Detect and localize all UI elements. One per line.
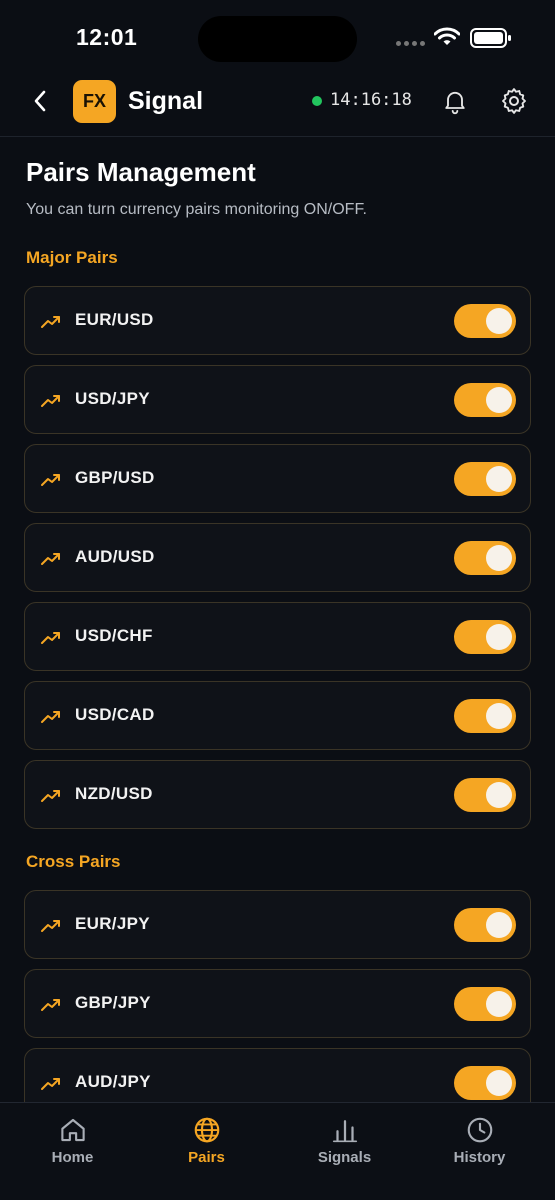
pair-row-aud-usd: AUD/USD (24, 523, 531, 592)
bell-icon (445, 91, 465, 115)
settings-button[interactable] (499, 86, 529, 116)
pairs-content[interactable]: Pairs Management You can turn currency p… (0, 138, 555, 1102)
trending-up-icon (41, 316, 60, 328)
pair-label: GBP/JPY (75, 993, 151, 1012)
pair-row-usd-cad: USD/CAD (24, 681, 531, 750)
toggle-knob (486, 624, 512, 650)
pair-row-gbp-usd: GBP/USD (24, 444, 531, 513)
bottom-nav: Home Pairs Signals History (0, 1102, 555, 1200)
toggle-knob (486, 1070, 512, 1096)
app-logo: FX (73, 80, 116, 123)
pair-label: AUD/USD (75, 547, 155, 566)
toggle-knob (486, 703, 512, 729)
bar-chart-icon (332, 1120, 357, 1143)
trending-up-icon (41, 711, 60, 723)
pair-label: USD/CHF (75, 626, 153, 645)
section-title-cross-pairs: Cross Pairs (26, 852, 121, 871)
trending-up-icon (41, 553, 60, 565)
trending-up-icon (41, 1078, 60, 1090)
pair-toggle[interactable] (454, 778, 516, 812)
section-title-major-pairs: Major Pairs (26, 248, 118, 267)
live-clock: 14:16:18 (330, 90, 412, 110)
clock-icon (467, 1117, 492, 1143)
nav-label: History (453, 1149, 506, 1166)
camera-notch (198, 16, 357, 62)
toggle-knob (486, 387, 512, 413)
pair-label: EUR/JPY (75, 914, 150, 933)
trending-up-icon (41, 999, 60, 1011)
pair-toggle[interactable] (454, 541, 516, 575)
status-time: 12:01 (76, 24, 138, 50)
page-title: Pairs Management (26, 157, 256, 187)
globe-icon (194, 1117, 219, 1143)
nav-home[interactable]: Home (3, 1103, 142, 1200)
pair-toggle[interactable] (454, 987, 516, 1021)
battery-icon (470, 28, 511, 48)
pair-label: USD/JPY (75, 389, 150, 408)
trending-up-icon (41, 395, 60, 407)
trending-up-icon (41, 790, 60, 802)
page-subtitle: You can turn currency pairs monitoring O… (26, 201, 367, 218)
pair-row-gbp-jpy: GBP/JPY (24, 969, 531, 1038)
toggle-knob (486, 466, 512, 492)
pair-row-usd-jpy: USD/JPY (24, 365, 531, 434)
pair-toggle[interactable] (454, 1066, 516, 1100)
wifi-icon (434, 27, 460, 45)
pair-row-eur-usd: EUR/USD (24, 286, 531, 355)
pair-label: EUR/USD (75, 310, 154, 329)
pair-row-eur-jpy: EUR/JPY (24, 890, 531, 959)
pair-toggle[interactable] (454, 383, 516, 417)
pair-row-aud-jpy: AUD/JPY (24, 1048, 531, 1102)
notifications-button[interactable] (441, 87, 469, 115)
nav-history[interactable]: History (410, 1103, 549, 1200)
toggle-knob (486, 308, 512, 334)
trending-up-icon (41, 920, 60, 932)
toggle-knob (486, 912, 512, 938)
trending-up-icon (41, 474, 60, 486)
toggle-knob (486, 991, 512, 1017)
pair-row-nzd-usd: NZD/USD (24, 760, 531, 829)
pair-toggle[interactable] (454, 462, 516, 496)
pair-label: GBP/USD (75, 468, 155, 487)
app-title: Signal (128, 87, 204, 115)
pair-label: AUD/JPY (75, 1072, 151, 1091)
toggle-knob (486, 545, 512, 571)
nav-label: Pairs (188, 1149, 225, 1166)
gear-icon (502, 88, 526, 114)
pair-row-usd-chf: USD/CHF (24, 602, 531, 671)
pair-label: NZD/USD (75, 784, 153, 803)
toggle-knob (486, 782, 512, 808)
trending-up-icon (41, 632, 60, 644)
nav-signals[interactable]: Signals (275, 1103, 414, 1200)
cellular-signal-icon (396, 41, 425, 46)
back-button[interactable] (26, 86, 54, 116)
pair-label: USD/CAD (75, 705, 155, 724)
pair-toggle[interactable] (454, 908, 516, 942)
chevron-left-icon (34, 90, 46, 112)
nav-label: Home (51, 1149, 94, 1166)
home-icon (60, 1118, 85, 1142)
nav-pairs[interactable]: Pairs (137, 1103, 276, 1200)
live-status-indicator (312, 96, 322, 106)
pair-toggle[interactable] (454, 304, 516, 338)
pair-toggle[interactable] (454, 620, 516, 654)
nav-label: Signals (317, 1149, 372, 1166)
status-bar: 12:01 (0, 0, 555, 78)
app-header: FX Signal 14:16:18 (0, 78, 555, 137)
pair-toggle[interactable] (454, 699, 516, 733)
